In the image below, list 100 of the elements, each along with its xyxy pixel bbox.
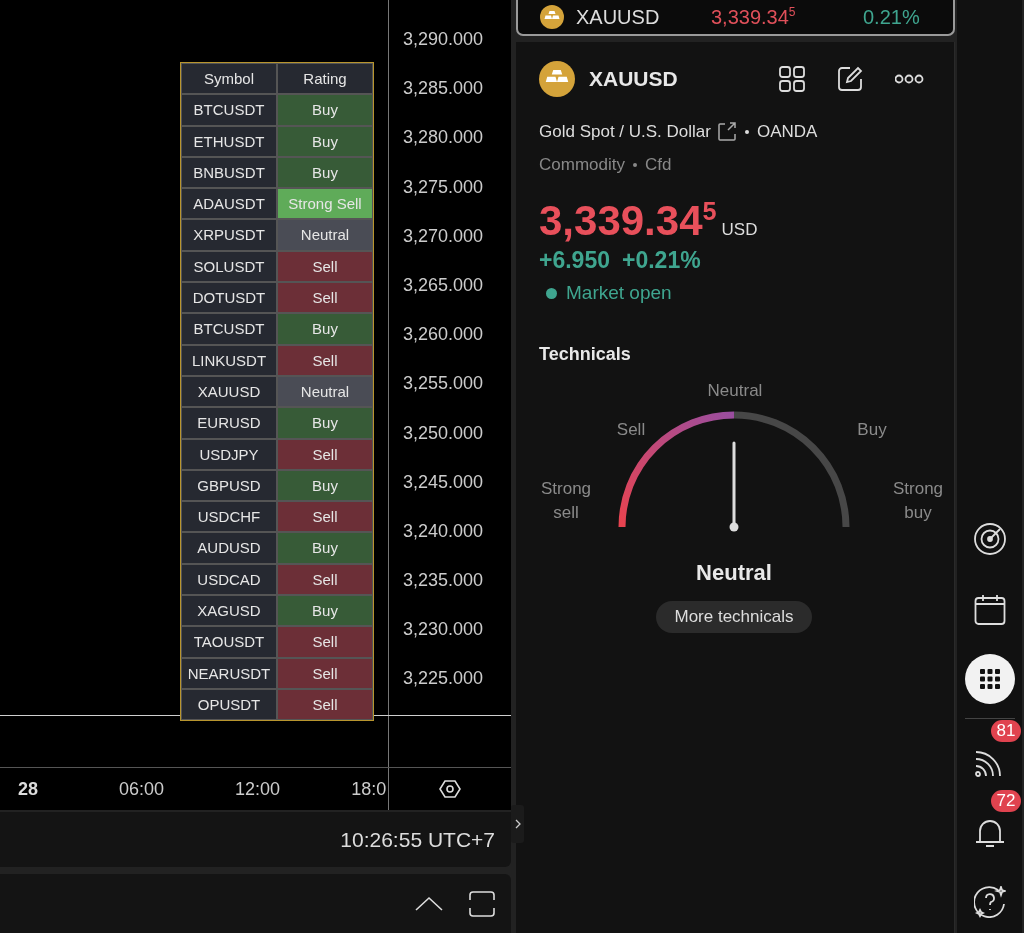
symbol-name: XAUUSD — [576, 5, 661, 29]
table-cell: NEARUSDT — [181, 657, 277, 689]
rating-cell: Buy — [277, 469, 373, 502]
rating-cell: Sell — [277, 438, 373, 470]
gauge-label: Buy — [856, 419, 888, 441]
price-label: 3,270.000 — [402, 224, 485, 248]
gauge-label: Strong buy — [891, 478, 945, 524]
price-label: 3,245.000 — [402, 470, 485, 494]
separator-dot — [632, 163, 637, 167]
rating-result: Neutral — [695, 560, 773, 586]
collapse-handle[interactable] — [511, 805, 524, 843]
rating-cell: Sell — [277, 688, 373, 721]
rating-cell: Buy — [277, 595, 373, 627]
column-header: Symbol — [181, 63, 277, 95]
chevron-right-icon — [514, 819, 521, 829]
more-technicals-button[interactable]: More technicals — [656, 601, 812, 633]
time-label: 28 — [18, 778, 39, 800]
ingot-icon — [540, 5, 564, 29]
table-cell: XAUUSD — [181, 375, 277, 408]
count-badge: 81 — [990, 720, 1022, 742]
price-label: 3,285.000 — [402, 77, 485, 101]
rating-cell: Sell — [277, 563, 373, 596]
count-badge: 72 — [990, 790, 1022, 812]
column-header: Rating — [277, 63, 373, 95]
rating-cell: Buy — [277, 94, 373, 126]
table-cell: TAOUSDT — [181, 626, 277, 658]
table-cell: BTCUSDT — [181, 94, 277, 126]
table-cell: USDJPY — [181, 438, 277, 470]
clock-time: 10:26:55 UTC+7 — [340, 827, 495, 852]
grid-icon[interactable] — [779, 65, 806, 93]
price-label: 3,255.000 — [402, 372, 485, 396]
rating-cell: Sell — [277, 501, 373, 533]
rating-cell: Neutral — [277, 375, 373, 408]
rating-cell: Neutral — [277, 219, 373, 251]
table-cell: BNBUSDT — [181, 156, 277, 189]
more-icon[interactable] — [895, 73, 924, 85]
currency-label: USD — [721, 220, 758, 240]
instrument-name: Gold Spot / U.S. Dollar — [539, 122, 711, 142]
price-label: 3,290.000 — [402, 28, 485, 51]
rating-cell: Sell — [277, 626, 373, 658]
apps-icon[interactable] — [964, 654, 1015, 704]
external-link-icon[interactable] — [716, 122, 737, 142]
exchange-name: OANDA — [756, 122, 818, 142]
rating-cell: Buy — [277, 407, 373, 439]
table-cell: USDCHF — [181, 501, 277, 533]
symbol-name: XAUUSD — [589, 67, 679, 91]
table-cell: DOTUSDT — [181, 282, 277, 314]
market-status: Market open — [566, 282, 672, 304]
settings-icon[interactable] — [439, 778, 461, 800]
table-cell: BTCUSDT — [181, 313, 277, 345]
gauge-label: Neutral — [706, 380, 764, 402]
table-cell: USDCAD — [181, 563, 277, 596]
fullscreen-icon[interactable] — [469, 890, 495, 917]
rating-cell: Buy — [277, 125, 373, 157]
rating-cell: Sell — [277, 344, 373, 376]
gauge-label: Strong sell — [539, 478, 593, 524]
time-label: 18:0 — [351, 778, 387, 800]
symbol-bar[interactable]: XAUUSD 3,339.34$^{5}$ 0.21% — [516, 0, 955, 36]
edit-icon[interactable] — [837, 65, 864, 93]
radar-icon[interactable] — [973, 523, 1006, 555]
table-cell: ADAUSDT — [181, 188, 277, 220]
table-cell: AUDUSD — [181, 532, 277, 564]
change-percent: +0.21% — [622, 247, 701, 274]
price-label: 3,225.000 — [402, 667, 485, 691]
table-cell: SOLUSDT — [181, 250, 277, 283]
separator-dot — [744, 130, 749, 134]
time-label: 12:00 — [235, 778, 281, 800]
price-label: 3,260.000 — [402, 323, 485, 347]
rating-cell: Buy — [277, 156, 373, 189]
price-change: +6.950 — [539, 247, 610, 274]
category-label: Commodity — [539, 155, 625, 175]
table-cell: LINKUSDT — [181, 344, 277, 376]
price-label: 3,250.000 — [402, 421, 485, 445]
time-label: 06:00 — [119, 778, 165, 800]
rating-cell: Strong Sell — [277, 188, 373, 220]
table-cell: OPUSDT — [181, 688, 277, 721]
rating-cell: Buy — [277, 313, 373, 345]
table-cell: GBPUSD — [181, 469, 277, 502]
table-cell: EURUSD — [181, 407, 277, 439]
price-label: 3,230.000 — [402, 618, 485, 642]
price-label: 3,240.000 — [402, 519, 485, 543]
table-cell: XRPUSDT — [181, 219, 277, 251]
caret-up-icon[interactable] — [415, 895, 443, 912]
price-label: 3,265.000 — [402, 273, 485, 297]
rating-cell: Sell — [277, 250, 373, 283]
gauge-label: Sell — [615, 419, 647, 441]
type-label: Cfd — [644, 155, 672, 175]
price-label: 3,235.000 — [402, 569, 485, 593]
price-value: 3,339.34$^{5}$ — [711, 5, 797, 29]
rating-cell: Buy — [277, 532, 373, 564]
price-label: 3,280.000 — [402, 126, 485, 150]
ingot-icon — [539, 61, 575, 97]
help-icon[interactable] — [973, 886, 1006, 918]
section-title: Technicals — [539, 344, 632, 365]
price-value: 3,339.34$^{5}$ — [539, 197, 717, 245]
status-dot — [546, 287, 557, 299]
calendar-icon[interactable] — [973, 593, 1006, 625]
table-cell: XAGUSD — [181, 595, 277, 627]
rating-cell: Sell — [277, 657, 373, 689]
change-percent: 0.21% — [863, 5, 920, 29]
